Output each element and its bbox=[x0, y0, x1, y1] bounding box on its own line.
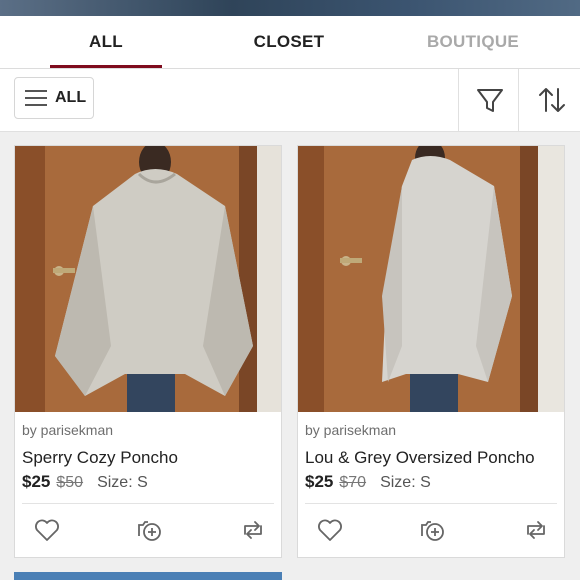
listing-photo[interactable] bbox=[15, 146, 281, 412]
listing-photo-image bbox=[15, 146, 281, 412]
price-row: $25 $50 Size: S bbox=[22, 472, 148, 492]
add-to-bundle-icon[interactable] bbox=[418, 516, 446, 544]
share-icon[interactable] bbox=[239, 516, 267, 544]
toolbar-divider bbox=[518, 69, 519, 131]
seller-name[interactable]: by parisekman bbox=[305, 422, 396, 438]
listing-price: $25 bbox=[22, 472, 51, 491]
listing-title[interactable]: Sperry Cozy Poncho bbox=[22, 448, 178, 468]
price-row: $25 $70 Size: S bbox=[305, 472, 431, 492]
heart-icon[interactable] bbox=[33, 516, 61, 544]
heart-icon[interactable] bbox=[316, 516, 344, 544]
tab-boutique[interactable]: BOUTIQUE bbox=[410, 16, 536, 68]
funnel-icon[interactable] bbox=[473, 83, 507, 117]
filter-toolbar: ALL bbox=[0, 69, 580, 132]
seller-name[interactable]: by parisekman bbox=[22, 422, 113, 438]
share-icon[interactable] bbox=[522, 516, 550, 544]
status-bar-area bbox=[0, 0, 580, 16]
toolbar-divider bbox=[458, 69, 459, 131]
original-price: $70 bbox=[339, 474, 367, 491]
listing-card[interactable]: by parisekman Lou & Grey Oversized Ponch… bbox=[297, 145, 565, 558]
listing-photo-image bbox=[298, 146, 564, 412]
tab-all[interactable]: ALL bbox=[50, 16, 162, 68]
listing-card[interactable]: by parisekman Sperry Cozy Poncho $25 $50 S… bbox=[14, 145, 282, 558]
category-filter-label: ALL bbox=[55, 89, 87, 106]
tab-closet[interactable]: CLOSET bbox=[230, 16, 348, 68]
original-price: $50 bbox=[56, 474, 84, 491]
listing-title[interactable]: Lou & Grey Oversized Poncho bbox=[305, 448, 535, 468]
add-to-bundle-icon[interactable] bbox=[135, 516, 163, 544]
hamburger-icon bbox=[25, 90, 47, 106]
tab-bar: ALL CLOSET BOUTIQUE bbox=[0, 16, 580, 69]
category-filter-button[interactable]: ALL bbox=[14, 77, 94, 119]
listing-size: Size: S bbox=[380, 474, 431, 491]
card-divider bbox=[22, 503, 274, 504]
next-listing-preview[interactable] bbox=[14, 572, 282, 580]
listing-price: $25 bbox=[305, 472, 334, 491]
active-tab-indicator bbox=[50, 65, 162, 68]
listing-photo[interactable] bbox=[298, 146, 564, 412]
card-divider bbox=[305, 503, 557, 504]
listing-size: Size: S bbox=[97, 474, 148, 491]
sort-arrows-icon[interactable] bbox=[535, 83, 569, 117]
